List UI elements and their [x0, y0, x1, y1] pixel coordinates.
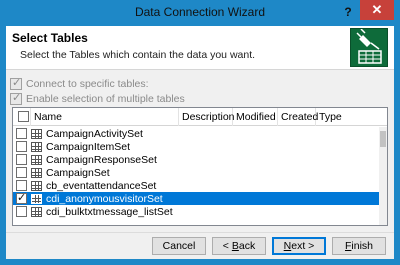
multiple-selection-option: Enable selection of multiple tables [10, 91, 185, 106]
tables-list-header: Name Description Modified Created Type [13, 108, 387, 126]
row-name: cdi_bulktxtmessage_listSet [46, 205, 173, 218]
page-title: Select Tables [12, 31, 88, 45]
table-icon [31, 193, 42, 204]
multiple-selection-label: Enable selection of multiple tables [26, 93, 185, 105]
column-header-description[interactable]: Description [179, 108, 235, 126]
header-panel: Select Tables Select the Tables which co… [6, 26, 394, 70]
table-icon [31, 154, 42, 165]
table-row[interactable]: CampaignResponseSet [13, 153, 379, 166]
finish-button-label: inish [351, 240, 374, 252]
row-name: cdi_anonymousvisitorSet [46, 192, 163, 205]
connect-specific-checkbox [10, 76, 22, 90]
help-button[interactable]: ? [340, 3, 356, 21]
multiple-selection-checkbox [10, 91, 22, 105]
table-icon [31, 167, 42, 178]
vertical-scrollbar[interactable] [379, 127, 387, 225]
scrollbar-thumb[interactable] [380, 131, 386, 147]
column-header-created[interactable]: Created [278, 108, 318, 126]
row-name: cb_eventattendanceSet [46, 179, 157, 192]
page-subtitle: Select the Tables which contain the data… [20, 49, 256, 61]
table-icon [31, 141, 42, 152]
select-all-checkbox[interactable] [18, 111, 29, 122]
close-button[interactable]: ✕ [360, 0, 394, 20]
table-icon [31, 180, 42, 191]
back-button-mnemonic: B [231, 240, 239, 252]
row-checkbox[interactable] [16, 141, 27, 152]
title-bar: Data Connection Wizard ? ✕ [0, 0, 400, 26]
back-button-arrow: < [222, 240, 232, 252]
row-checkbox[interactable] [16, 128, 27, 139]
row-checkbox-checked[interactable] [16, 191, 27, 204]
table-row[interactable]: CampaignItemSet [13, 140, 379, 153]
tables-list-rows: CampaignActivitySet CampaignItemSet Camp… [13, 127, 379, 218]
connect-specific-option: Connect to specific tables: [10, 76, 149, 91]
table-row[interactable]: cb_eventattendanceSet [13, 179, 379, 192]
row-checkbox[interactable] [16, 167, 27, 178]
table-row[interactable]: CampaignSet [13, 166, 379, 179]
table-row[interactable]: cdi_bulktxtmessage_listSet [13, 205, 379, 218]
row-name: CampaignSet [46, 166, 110, 179]
table-row-selected[interactable]: cdi_anonymousvisitorSet [13, 191, 379, 205]
back-button-label: ack [238, 240, 256, 252]
row-checkbox[interactable] [16, 180, 27, 191]
back-button[interactable]: < Back [212, 237, 266, 255]
table-icon [31, 128, 42, 139]
database-wizard-icon [350, 28, 388, 67]
select-all-column[interactable] [13, 108, 31, 126]
connect-specific-label: Connect to specific tables: [26, 78, 149, 90]
column-header-name[interactable]: Name [31, 108, 179, 126]
row-checkbox[interactable] [16, 154, 27, 165]
next-button[interactable]: Next > [272, 237, 326, 255]
footer-divider [6, 232, 394, 233]
row-checkbox[interactable] [16, 206, 27, 217]
cancel-button[interactable]: Cancel [152, 237, 206, 255]
column-header-modified[interactable]: Modified [233, 108, 278, 126]
row-name: CampaignActivitySet [46, 127, 143, 140]
row-name: CampaignResponseSet [46, 153, 157, 166]
finish-button[interactable]: Finish [332, 237, 386, 255]
table-row[interactable]: CampaignActivitySet [13, 127, 379, 140]
column-header-type[interactable]: Type [316, 108, 387, 126]
next-button-label: ext [291, 240, 306, 252]
row-name: CampaignItemSet [46, 140, 131, 153]
dialog-body: Select Tables Select the Tables which co… [6, 26, 394, 259]
next-button-arrow: > [305, 240, 315, 252]
table-icon [31, 206, 42, 217]
tables-list[interactable]: Name Description Modified Created Type C… [12, 107, 388, 226]
wizard-window: Data Connection Wizard ? ✕ Select Tables… [0, 0, 400, 265]
